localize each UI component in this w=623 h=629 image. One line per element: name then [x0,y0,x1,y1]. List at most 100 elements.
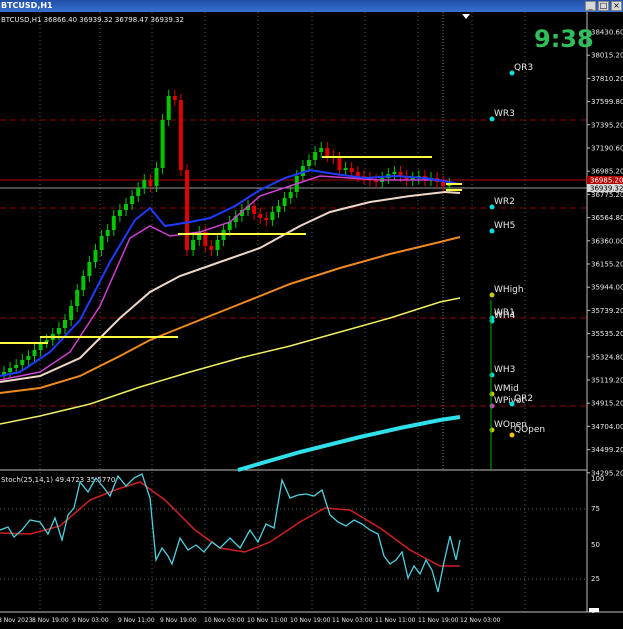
candle-body [124,204,128,210]
candle-body [20,360,25,365]
candle-body [75,290,80,306]
time-axis-label: 8 Nov 19:00 [32,617,69,624]
candle-body [282,198,287,206]
clock-display: 9:38 [534,25,594,53]
candle-body [8,368,13,372]
price-axis-label: 37190.60 [591,145,623,153]
level-label: WH5 [494,221,515,231]
candle-body [441,182,446,186]
price-axis-label: 35535.20 [591,330,623,338]
candle-body [178,100,183,170]
price-axis-label: 38015.20 [591,52,623,60]
level-label: WHigh [494,285,524,295]
candle-body [32,350,37,356]
price-axis-label: 38430.60 [591,29,623,37]
candle-body [154,168,159,186]
stoch-axis-label: 100 [591,475,604,483]
candle-body [166,96,171,120]
candle-body [105,230,110,236]
candle-body [69,306,74,320]
candle-body [148,180,153,186]
level-label: WMid [494,384,519,394]
candle-body [111,216,116,230]
time-axis-label: 10 Nov 11:00 [247,617,288,624]
candle-body [258,214,263,218]
window-title: BTCUSD,H1 [1,1,53,10]
candle-body [44,340,49,342]
price-axis-label: 36564.80 [591,214,623,222]
time-axis-label: 9 Nov 19:00 [160,617,197,624]
stoch-axis-label: 50 [591,541,600,549]
time-axis-label: 9 Nov 11:00 [118,617,155,624]
time-axis-label: 11 Nov 11:00 [375,617,416,624]
current-price-gray: 36939.32 [590,185,623,193]
level-label: QR3 [514,63,533,73]
level-label: WR3 [494,109,515,119]
candle-body [215,240,220,250]
candle-body [63,320,67,328]
candle-body [264,218,269,220]
price-axis-label: 37810.20 [591,75,623,83]
price-axis-label: 36360.00 [591,237,623,245]
level-label: QOpen [514,425,545,435]
time-axis-label: 8 Nov 2023 [0,617,33,624]
candle-body [99,236,104,250]
stoch-main-line [0,473,461,593]
price-axis-label: 34499.20 [591,446,623,454]
time-axis-label: 10 Nov 19:00 [290,617,331,624]
stoch-axis-label: 75 [591,505,600,513]
ma-cyan-line [237,415,461,472]
price-axis-label: 35119.20 [591,377,623,385]
candle-body [93,250,98,262]
time-axis-label: 11 Nov 03:00 [332,617,373,624]
candle-body [14,365,19,368]
ma-magenta-line [0,175,461,381]
price-axis-label: 35739.20 [591,307,623,315]
candle-body [130,196,135,204]
candle-body [313,152,318,160]
chart-area[interactable]: QR3 WR3 WR2 WH5 WHigh WR1 WH4 WH3 WMid WPivot QR2 W… [0,12,623,625]
candle-body [276,206,281,212]
candle-body [117,210,122,216]
candle-body [209,246,214,250]
price-axis-label: 37599.80 [591,98,623,106]
candle-body [355,172,360,176]
candle-body [307,160,311,166]
shift-marker-icon[interactable] [462,14,470,19]
current-price-red: 36985.20 [590,177,623,185]
time-axis-label: 12 Nov 03:00 [460,617,501,624]
candle-body [142,180,147,188]
price-axis-label: 36155.20 [591,261,623,269]
candle-body [26,356,31,360]
level-label: WH4 [494,311,516,321]
candle-body [270,212,275,220]
candle-body [325,148,330,156]
candle-body [172,96,177,100]
price-axis-label: 35324.80 [591,353,623,361]
stoch-axis-label: 25 [591,575,600,583]
maximize-button[interactable]: □ [598,1,609,11]
candle-body [319,148,324,152]
ma-yellow-line [0,297,461,425]
candle-body [185,170,189,250]
candle-body [288,192,293,198]
candle-body [81,276,86,290]
candle-body [56,328,61,334]
minimize-button[interactable]: _ [585,1,596,11]
price-axis-label: 37395.20 [591,121,623,129]
chart-info: BTCUSD,H1 36866.40 36939.32 36798.47 369… [1,16,184,24]
price-axis-label: 34704.00 [591,423,623,431]
time-axis-label: 9 Nov 03:00 [72,617,109,624]
ma-orange-line [0,236,461,394]
level-label: WH3 [494,365,515,375]
level-label: WR2 [494,197,515,207]
price-axis-label: 35944.00 [591,284,623,292]
candle-body [252,206,257,214]
price-axis-label: 36985.20 [591,168,623,176]
close-button[interactable]: × [611,1,622,11]
candle-body [160,120,165,168]
level-label: QR2 [514,394,533,404]
candle-body [136,188,141,196]
time-axis-label: 11 Nov 19:00 [418,617,459,624]
candle-body [392,172,397,174]
